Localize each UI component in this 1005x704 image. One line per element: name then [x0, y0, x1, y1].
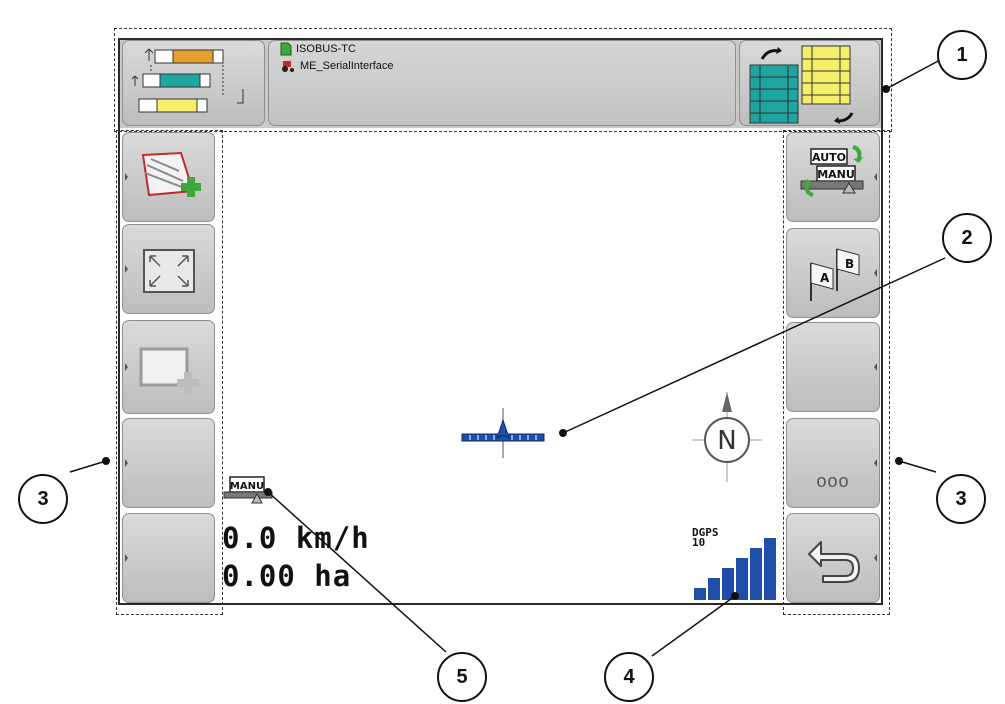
callout-4: 4 — [604, 652, 654, 702]
callout-1: 1 — [937, 30, 987, 80]
callout-leaders — [69, 59, 946, 657]
callout-3-right: 3 — [936, 474, 986, 524]
callout-2: 2 — [942, 213, 992, 263]
callout-5: 5 — [437, 652, 487, 702]
callout-3-left: 3 — [18, 474, 68, 524]
